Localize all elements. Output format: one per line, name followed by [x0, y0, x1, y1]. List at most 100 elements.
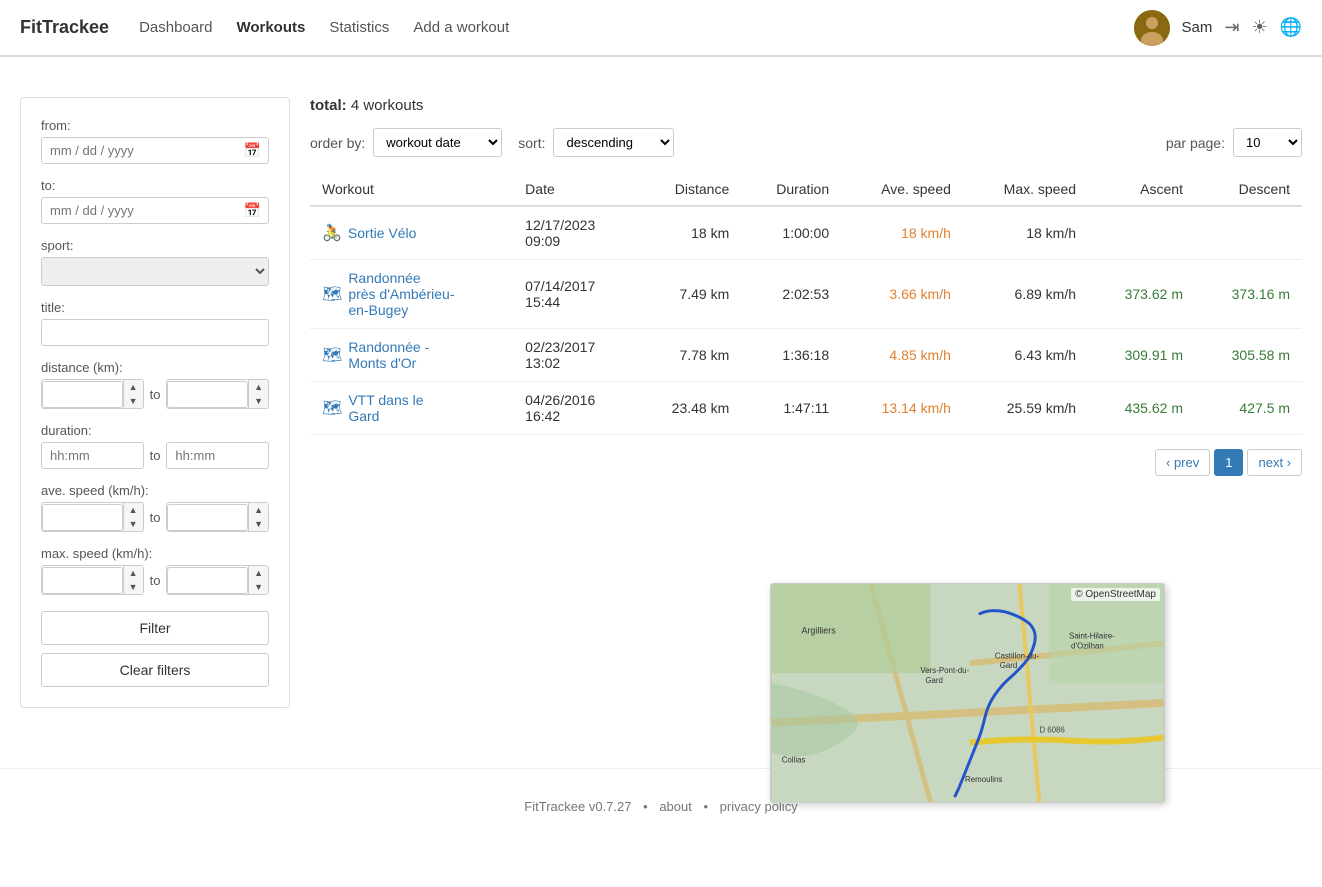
workout-name-3: Randonnée -Monts d'Or [348, 339, 429, 371]
ave-speed-to-input[interactable] [167, 504, 248, 531]
max-speed-cell-4: 25.59 km/h [963, 382, 1088, 435]
sort-select[interactable]: descending ascending [553, 128, 674, 157]
duration-from-input[interactable] [41, 442, 144, 469]
workout-name-cell-3: 🗺 Randonnée -Monts d'Or [310, 329, 513, 382]
from-date-input[interactable] [41, 137, 269, 164]
max-speed-from-input[interactable] [42, 567, 123, 594]
ascent-cell-4: 435.62 m [1088, 382, 1195, 435]
svg-text:Remoulins: Remoulins [965, 775, 1002, 784]
ave-speed-range: ▲ ▼ to ▲ ▼ [41, 502, 269, 532]
ascent-cell-2: 373.62 m [1088, 260, 1195, 329]
max-speed-to-down[interactable]: ▼ [249, 580, 268, 594]
to-date-input[interactable] [41, 197, 269, 224]
date-cell-4: 04/26/2016 16:42 [513, 382, 635, 435]
distance-cell-3: 7.78 km [635, 329, 741, 382]
sport-select[interactable]: Cycling Hiking Mountain Biking [41, 257, 269, 286]
mtb-icon: 🗺 [322, 398, 342, 418]
distance-from-input[interactable] [42, 381, 123, 408]
controls-row: order by: workout date distance duration… [310, 128, 1302, 157]
main-content: total: 4 workouts order by: workout date… [310, 97, 1302, 708]
max-speed-from-down[interactable]: ▼ [124, 580, 143, 594]
sidebar: from: 📅 to: 📅 sport: Cycling Hiking Moun… [20, 97, 290, 708]
workout-name-2: Randonnéeprès d'Ambérieu-en-Bugey [348, 270, 454, 318]
col-max-speed: Max. speed [963, 173, 1088, 206]
table-row: 🗺 VTT dans leGard 04/26/2016 16:42 23.48… [310, 382, 1302, 435]
next-page-btn[interactable]: next › [1247, 449, 1302, 476]
workout-link-2[interactable]: 🗺 Randonnéeprès d'Ambérieu-en-Bugey [322, 270, 501, 318]
ascent-cell-3: 309.91 m [1088, 329, 1195, 382]
workout-link-1[interactable]: 🚴 Sortie Vélo [322, 223, 501, 243]
footer-brand: FitTrackee [524, 799, 585, 814]
app-brand[interactable]: FitTrackee [20, 17, 109, 38]
distance-to-down[interactable]: ▼ [249, 394, 268, 408]
ave-speed-to-spinner: ▲ ▼ [166, 502, 269, 532]
max-speed-from-up[interactable]: ▲ [124, 566, 143, 580]
theme-icon[interactable]: ☀ [1251, 17, 1267, 38]
ave-speed-from-down[interactable]: ▼ [124, 517, 143, 531]
nav-right: Sam ⇥ ☀ 🌐 [1134, 10, 1303, 46]
title-input[interactable] [41, 319, 269, 346]
hiking-icon-1: 🗺 [322, 284, 342, 304]
from-date-wrapper: 📅 [41, 137, 269, 164]
descent-cell-1 [1195, 206, 1302, 260]
distance-to-up[interactable]: ▲ [249, 380, 268, 394]
distance-range: ▲ ▼ to ▲ ▼ [41, 379, 269, 409]
ave-speed-cell-1: 18 km/h [841, 206, 963, 260]
order-by-group: order by: workout date distance duration… [310, 128, 502, 157]
ave-speed-from-spinner: ▲ ▼ [41, 502, 144, 532]
avatar[interactable] [1134, 10, 1170, 46]
distance-cell-4: 23.48 km [635, 382, 741, 435]
ave-speed-to-up[interactable]: ▲ [249, 503, 268, 517]
footer-about[interactable]: about [659, 799, 692, 814]
order-by-label: order by: [310, 135, 365, 151]
distance-to-input[interactable] [167, 381, 248, 408]
ave-speed-cell-4: 13.14 km/h [841, 382, 963, 435]
page-1-btn[interactable]: 1 [1214, 449, 1243, 476]
map-svg: Argilliers Vers-Pont-du- Gard Castillon-… [771, 584, 1164, 802]
workout-table: Workout Date Distance Duration Ave. spee… [310, 173, 1302, 435]
col-date: Date [513, 173, 635, 206]
distance-from-down[interactable]: ▼ [124, 394, 143, 408]
prev-page-btn[interactable]: ‹ prev [1155, 449, 1210, 476]
col-workout: Workout [310, 173, 513, 206]
max-speed-cell-1: 18 km/h [963, 206, 1088, 260]
total-count: 4 workouts [351, 97, 424, 114]
per-page-select[interactable]: 10 20 50 [1233, 128, 1302, 157]
ave-speed-label: ave. speed (km/h): [41, 483, 269, 498]
logout-icon[interactable]: ⇥ [1224, 17, 1239, 38]
max-speed-to-up[interactable]: ▲ [249, 566, 268, 580]
duration-cell-2: 2:02:53 [741, 260, 841, 329]
map-popup: Argilliers Vers-Pont-du- Gard Castillon-… [770, 583, 1165, 803]
descent-cell-2: 373.16 m [1195, 260, 1302, 329]
col-distance: Distance [635, 173, 741, 206]
nav-dashboard[interactable]: Dashboard [139, 19, 212, 36]
per-page-group: par page: 10 20 50 [1166, 128, 1302, 157]
distance-label: distance (km): [41, 360, 269, 375]
workout-link-3[interactable]: 🗺 Randonnée -Monts d'Or [322, 339, 501, 371]
duration-cell-1: 1:00:00 [741, 206, 841, 260]
nav-workouts[interactable]: Workouts [236, 19, 305, 36]
clear-filters-button[interactable]: Clear filters [41, 653, 269, 687]
language-icon[interactable]: 🌐 [1280, 17, 1302, 38]
max-speed-to-input[interactable] [167, 567, 248, 594]
ave-speed-to-down[interactable]: ▼ [249, 517, 268, 531]
map-attribution: © OpenStreetMap [1071, 588, 1160, 601]
order-by-select[interactable]: workout date distance duration ave. spee… [373, 128, 502, 157]
ave-speed-from-input[interactable] [42, 504, 123, 531]
duration-range: to [41, 442, 269, 469]
sort-label: sort: [518, 135, 545, 151]
title-label: title: [41, 300, 269, 315]
distance-to-spinner: ▲ ▼ [166, 379, 269, 409]
col-descent: Descent [1195, 173, 1302, 206]
nav-add-workout[interactable]: Add a workout [413, 19, 509, 36]
nav-statistics[interactable]: Statistics [329, 19, 389, 36]
distance-from-up[interactable]: ▲ [124, 380, 143, 394]
svg-text:Collias: Collias [782, 755, 806, 764]
date-cell-2: 07/14/2017 15:44 [513, 260, 635, 329]
duration-to-input[interactable] [166, 442, 269, 469]
svg-text:Gard: Gard [925, 676, 943, 685]
page-container: from: 📅 to: 📅 sport: Cycling Hiking Moun… [0, 77, 1322, 728]
workout-link-4[interactable]: 🗺 VTT dans leGard [322, 392, 501, 424]
filter-button[interactable]: Filter [41, 611, 269, 645]
ave-speed-from-up[interactable]: ▲ [124, 503, 143, 517]
